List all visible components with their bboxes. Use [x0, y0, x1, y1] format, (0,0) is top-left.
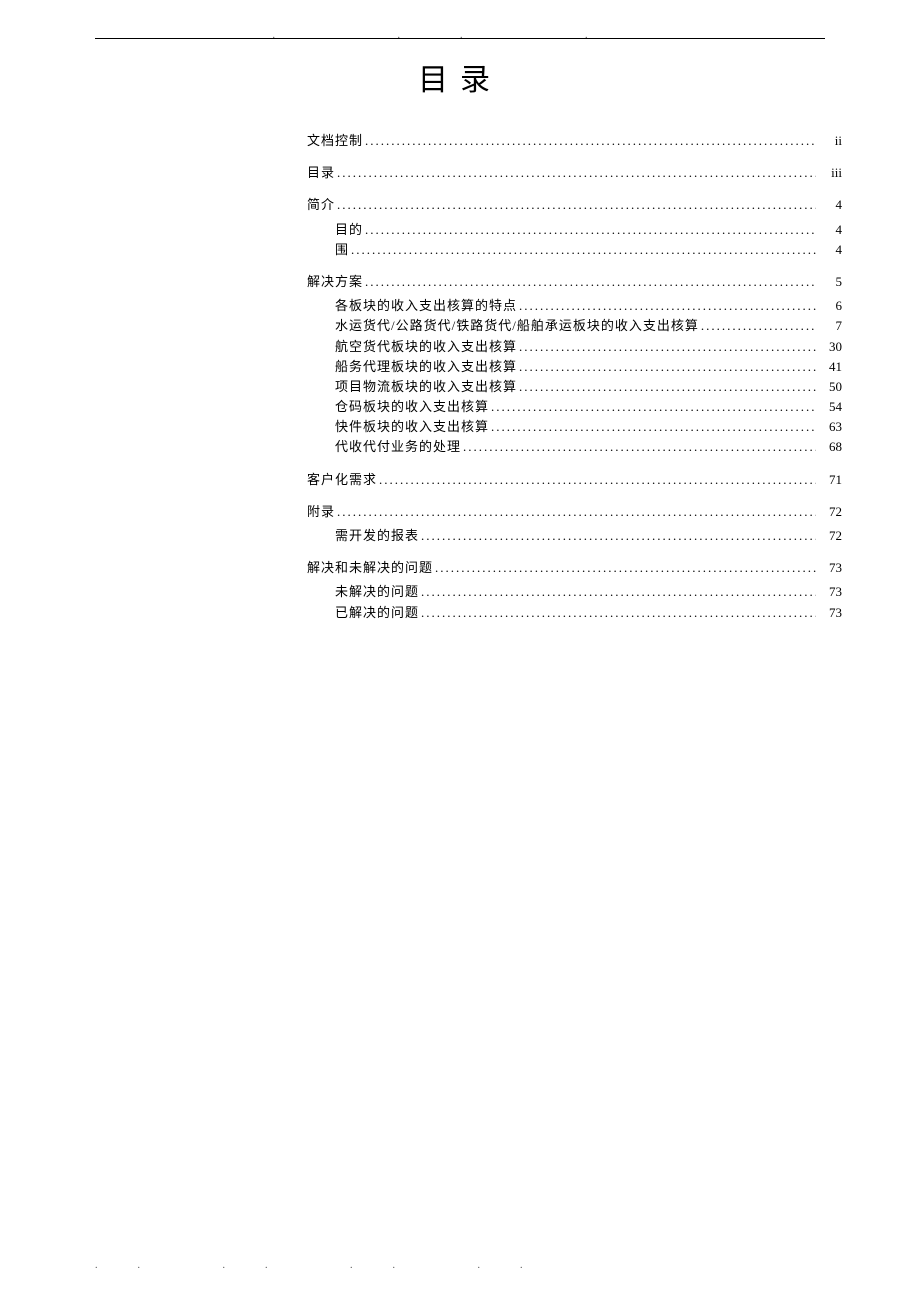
toc-entry: 解决和未解决的问题 73: [307, 559, 842, 577]
toc-leader-dots: [491, 398, 816, 416]
toc-entry: 代收代付业务的处理 68: [307, 438, 842, 456]
toc-leader-dots: [365, 132, 816, 150]
toc-page-number: 5: [818, 273, 842, 291]
toc-page-number: 71: [818, 471, 842, 489]
toc-entry: 目的 4: [307, 221, 842, 239]
toc-entry: 项目物流板块的收入支出核算 50: [307, 378, 842, 396]
toc-leader-dots: [519, 297, 816, 315]
toc-entry: 船务代理板块的收入支出核算 41: [307, 358, 842, 376]
toc-leader-dots: [435, 559, 816, 577]
toc-label: 客户化需求: [307, 471, 377, 489]
toc-label: 解决方案: [307, 273, 363, 291]
toc-entry: 航空货代板块的收入支出核算 30: [307, 338, 842, 356]
toc-label: 代收代付业务的处理: [335, 438, 461, 456]
toc-page-number: 50: [818, 378, 842, 396]
toc-entry: 解决方案 5: [307, 273, 842, 291]
toc-label: 需开发的报表: [335, 527, 419, 545]
toc-entry: 各板块的收入支出核算的特点 6: [307, 297, 842, 315]
toc-page-number: 72: [818, 503, 842, 521]
toc-page-number: 73: [818, 583, 842, 601]
toc-entry: 需开发的报表 72: [307, 527, 842, 545]
toc-label: 船务代理板块的收入支出核算: [335, 358, 517, 376]
toc-leader-dots: [337, 196, 816, 214]
toc-page-number: 63: [818, 418, 842, 436]
toc-entry: 文档控制 ii: [307, 132, 842, 150]
toc-entry: 已解决的问题 73: [307, 604, 842, 622]
toc-page-number: 68: [818, 438, 842, 456]
toc-page-number: 6: [818, 297, 842, 315]
toc-label: 航空货代板块的收入支出核算: [335, 338, 517, 356]
toc-leader-dots: [365, 221, 816, 239]
toc-label: 文档控制: [307, 132, 363, 150]
toc-leader-dots: [491, 418, 816, 436]
toc-page-number: 72: [818, 527, 842, 545]
toc-page-number: 54: [818, 398, 842, 416]
toc-label: 附录: [307, 503, 335, 521]
toc-label: 目的: [335, 221, 363, 239]
toc-label: 围: [335, 241, 349, 259]
toc-page-number: 41: [818, 358, 842, 376]
toc-page-number: 30: [818, 338, 842, 356]
toc-leader-dots: [421, 527, 816, 545]
toc-leader-dots: [519, 378, 816, 396]
toc-leader-dots: [351, 241, 816, 259]
toc-entry: 目录 iii: [307, 164, 842, 182]
toc-label: 已解决的问题: [335, 604, 419, 622]
toc-label: 各板块的收入支出核算的特点: [335, 297, 517, 315]
toc-leader-dots: [379, 471, 816, 489]
toc-entry: 未解决的问题 73: [307, 583, 842, 601]
toc-entry: 快件板块的收入支出核算 63: [307, 418, 842, 436]
toc-label: 项目物流板块的收入支出核算: [335, 378, 517, 396]
toc-page-number: 73: [818, 559, 842, 577]
header-dots: . .. .: [0, 30, 920, 41]
header-rule: [95, 38, 825, 39]
toc-page-number: 7: [818, 317, 842, 335]
toc-leader-dots: [337, 164, 816, 182]
toc-page-number: 73: [818, 604, 842, 622]
toc-page-number: iii: [818, 164, 842, 182]
toc-entry: 围4: [307, 241, 842, 259]
toc-page-number: 4: [818, 196, 842, 214]
page-title: 目录: [0, 55, 920, 99]
toc-label: 未解决的问题: [335, 583, 419, 601]
toc-leader-dots: [701, 317, 816, 335]
toc-label: 水运货代/公路货代/铁路货代/船舶承运板块的收入支出核算: [335, 317, 699, 335]
toc-label: 简介: [307, 196, 335, 214]
toc-leader-dots: [519, 358, 816, 376]
toc-entry: 水运货代/公路货代/铁路货代/船舶承运板块的收入支出核算 7: [307, 317, 842, 335]
toc-label: 快件板块的收入支出核算: [335, 418, 489, 436]
toc-leader-dots: [337, 503, 816, 521]
toc-leader-dots: [463, 438, 816, 456]
toc-page-number: ii: [818, 132, 842, 150]
table-of-contents: 文档控制ii目录iii简介4目的4围4解决方案5各板块的收入支出核算的特点6水运…: [307, 132, 842, 624]
toc-label: 目录: [307, 164, 335, 182]
toc-page-number: 4: [818, 221, 842, 239]
toc-label: 仓码板块的收入支出核算: [335, 398, 489, 416]
toc-label: 解决和未解决的问题: [307, 559, 433, 577]
toc-entry: 仓码板块的收入支出核算 54: [307, 398, 842, 416]
toc-page-number: 4: [818, 241, 842, 259]
toc-entry: 客户化需求 71: [307, 471, 842, 489]
toc-leader-dots: [519, 338, 816, 356]
toc-leader-dots: [421, 583, 816, 601]
toc-leader-dots: [365, 273, 816, 291]
footer-dots: .. .. .. ..: [95, 1260, 563, 1271]
toc-entry: 简介 4: [307, 196, 842, 214]
toc-entry: 附录 72: [307, 503, 842, 521]
toc-leader-dots: [421, 604, 816, 622]
